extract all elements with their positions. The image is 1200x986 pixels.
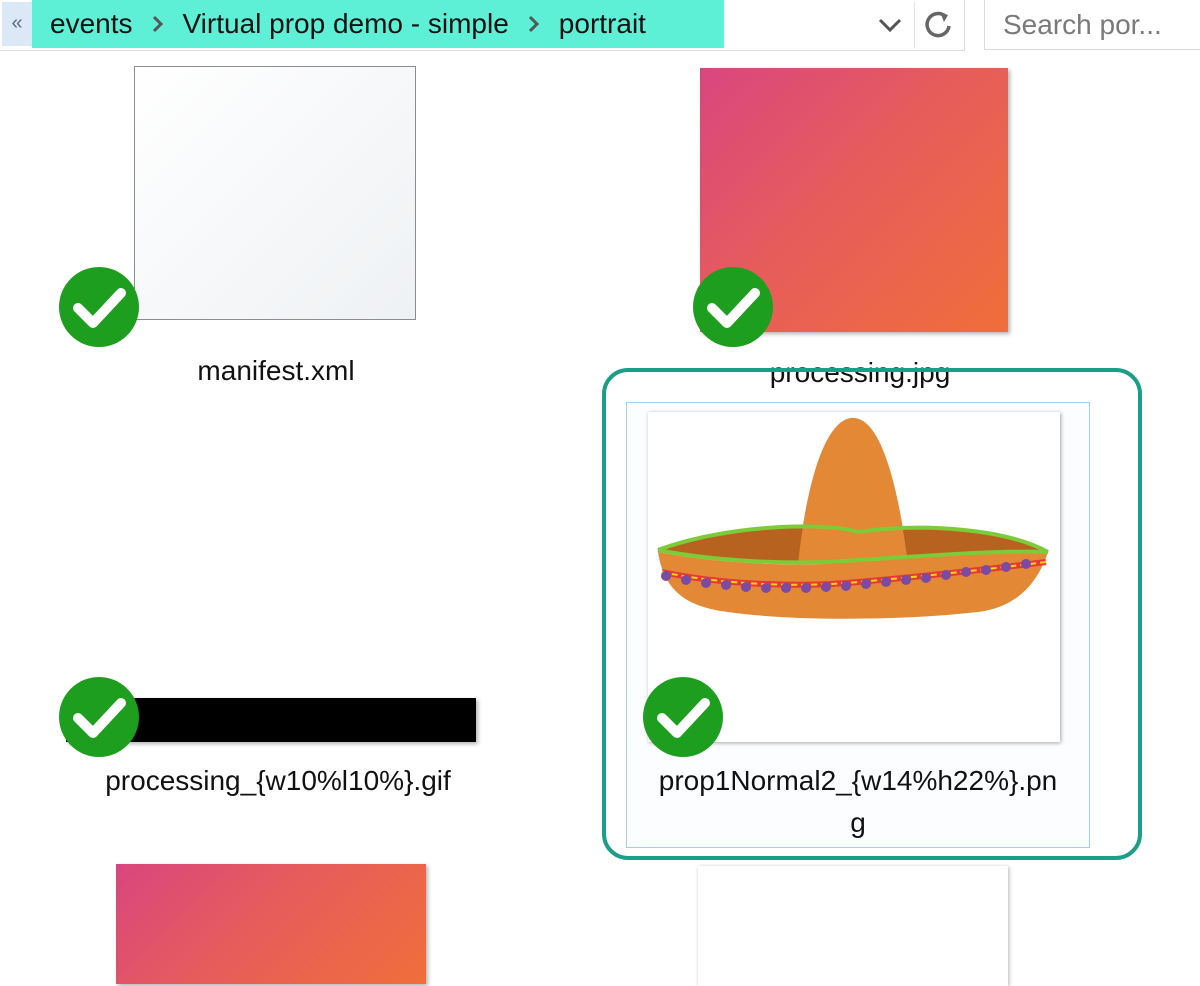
address-dropdown-button[interactable] [872, 8, 908, 42]
file-name-line-1: prop1Normal2_{w14%h22%}.pn [658, 765, 1058, 796]
chevron-right-icon[interactable] [145, 14, 171, 34]
breadcrumb-item-portrait[interactable]: portrait [559, 8, 646, 40]
refresh-icon [925, 11, 951, 38]
file-name: prop1Normal2_{w14%h22%}.pn g [630, 760, 1086, 844]
file-thumbnail [134, 66, 416, 320]
search-input[interactable]: Search por... [984, 0, 1200, 50]
checkmark-icon [693, 267, 773, 347]
chevron-down-icon [878, 18, 902, 33]
file-name: manifest.xml [197, 355, 355, 386]
chevron-right-icon[interactable] [521, 14, 547, 34]
checkmark-icon [643, 677, 723, 757]
file-name: processing.jpg [769, 357, 951, 388]
checkmark-icon [59, 267, 139, 347]
explorer-toolbar: « events Virtual prop demo - simple port… [0, 0, 1200, 52]
file-name-line-2: g [850, 807, 866, 838]
file-thumbnail [698, 866, 1008, 986]
address-bar[interactable]: « events Virtual prop demo - simple port… [0, 0, 965, 51]
file-thumbnail [116, 864, 426, 984]
breadcrumb: events Virtual prop demo - simple portra… [32, 0, 724, 48]
file-name: processing_{w10%l10%}.gif [105, 765, 451, 796]
breadcrumb-item-virtual-prop-demo[interactable]: Virtual prop demo - simple [183, 8, 509, 40]
recent-locations-button[interactable]: « [2, 2, 32, 46]
refresh-button[interactable] [914, 2, 963, 48]
breadcrumb-item-events[interactable]: events [50, 8, 133, 40]
checkmark-icon [59, 677, 139, 757]
